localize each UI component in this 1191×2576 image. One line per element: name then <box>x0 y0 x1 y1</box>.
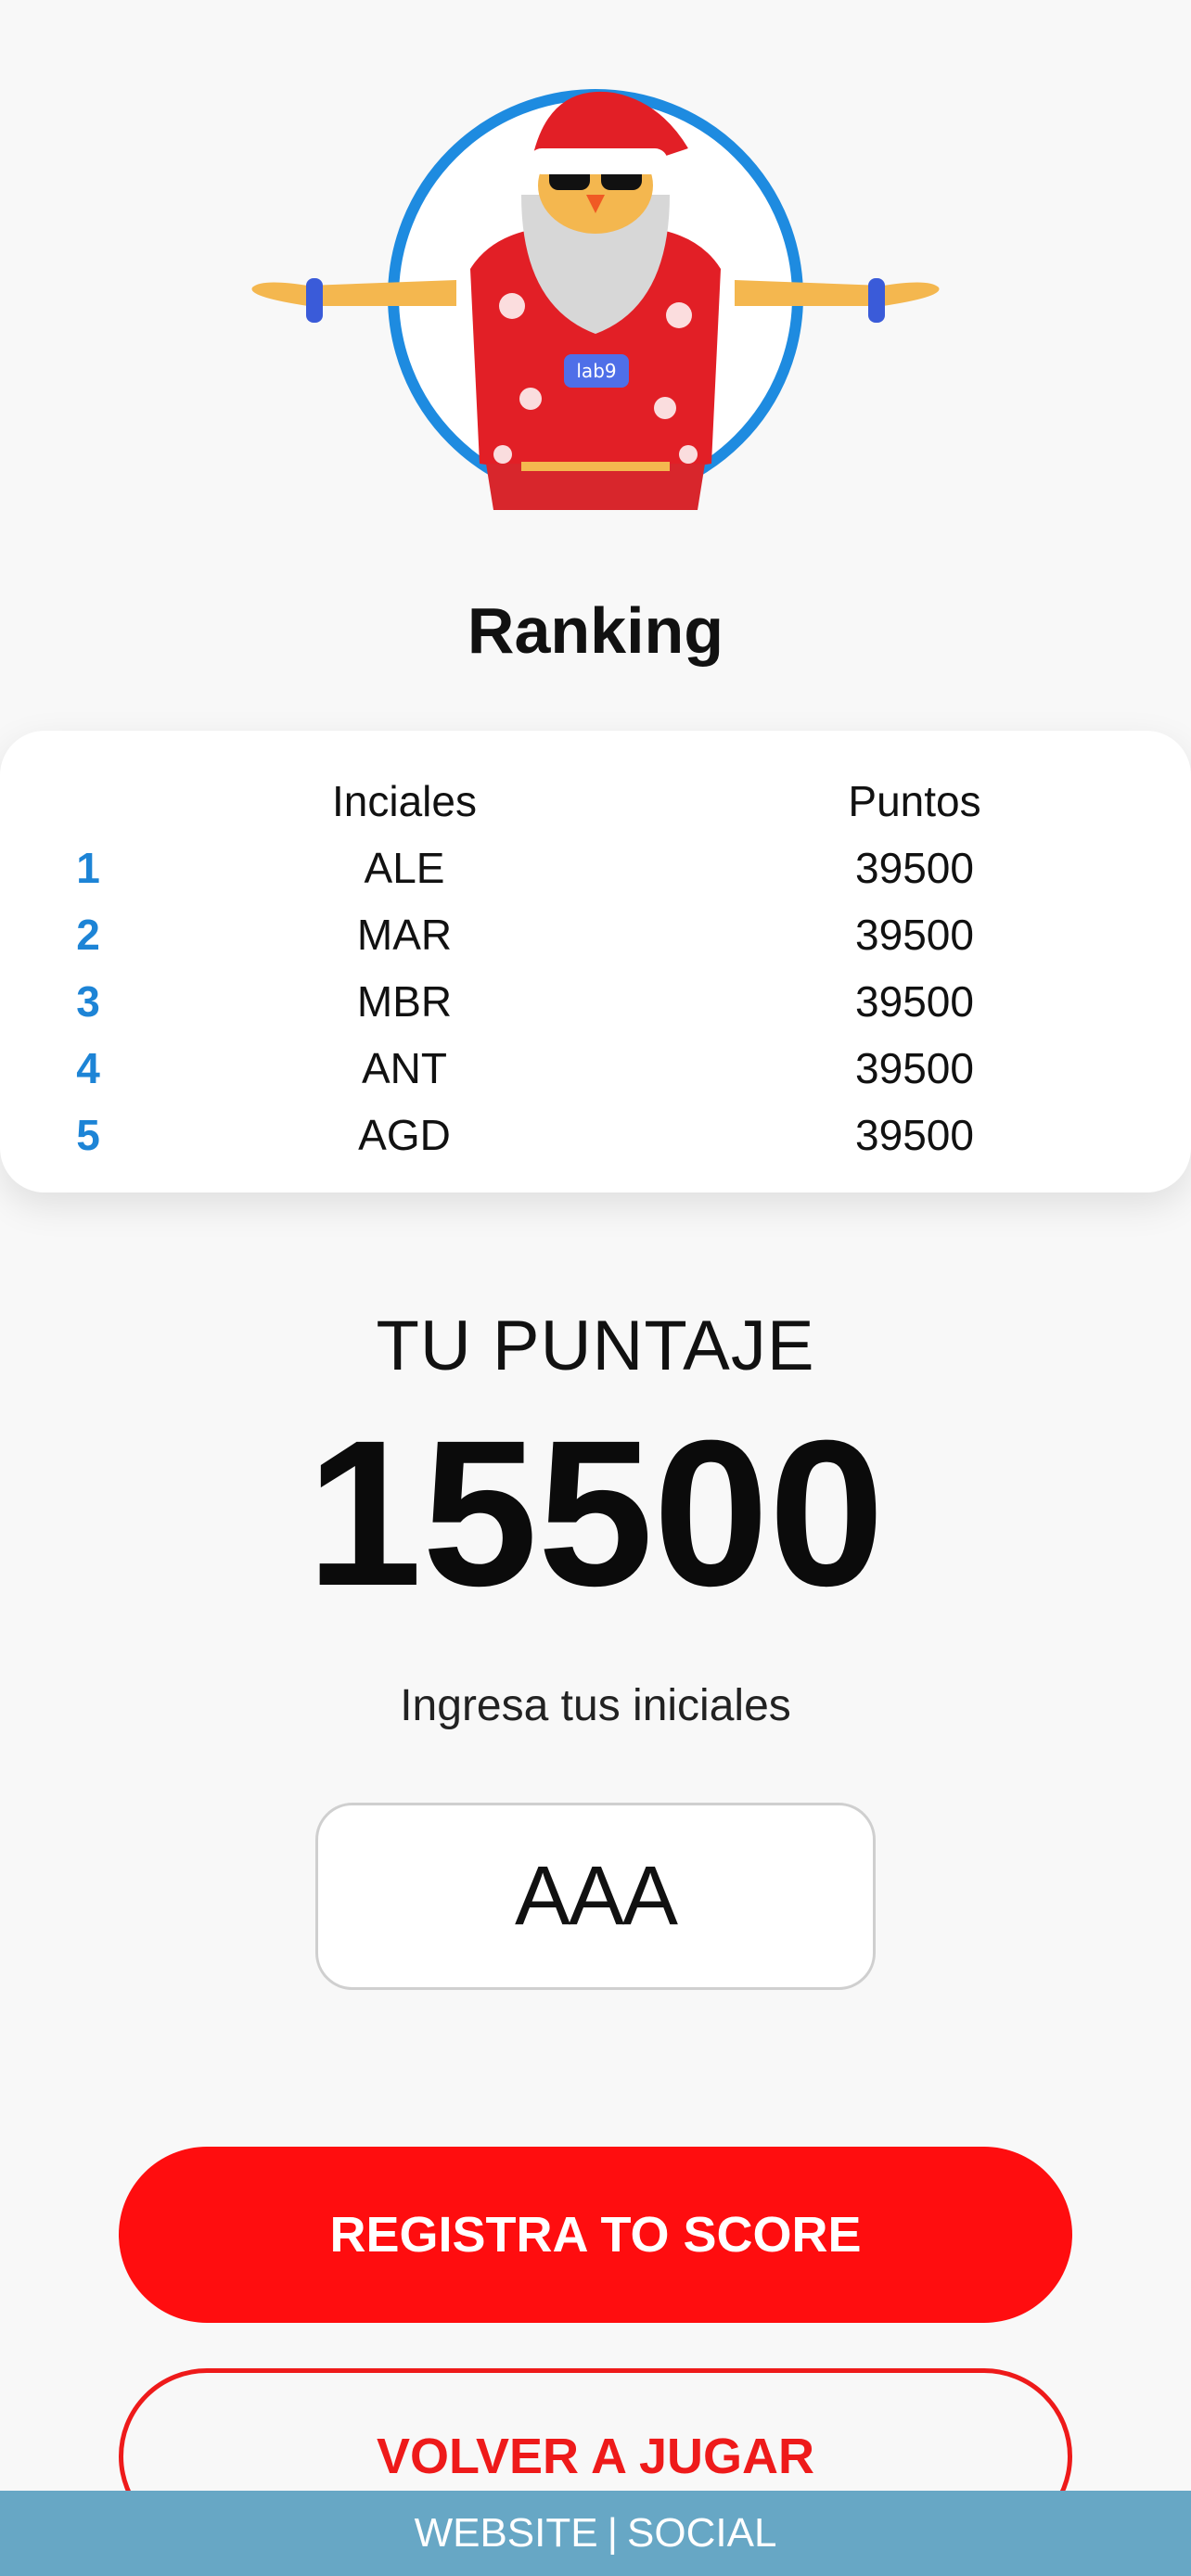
rank-number: 5 <box>76 1111 100 1159</box>
santa-mascot-icon: lab9 <box>243 65 948 538</box>
row-initials: MAR <box>356 911 453 959</box>
table-row: 2 MAR 39500 <box>0 901 1191 968</box>
rank-number: 3 <box>76 977 100 1026</box>
table-row: 4 ANT 39500 <box>0 1035 1191 1102</box>
rank-number: 1 <box>76 844 100 892</box>
website-link[interactable]: WEBSITE <box>415 2510 598 2556</box>
rank-number: 2 <box>76 911 100 959</box>
social-link[interactable]: SOCIAL <box>627 2510 776 2556</box>
page-title: Ranking <box>467 594 724 667</box>
rank-number: 4 <box>76 1044 100 1092</box>
column-header-points: Puntos <box>848 777 981 825</box>
ranking-header-row: Inciales Puntos <box>0 768 1191 835</box>
row-points: 39500 <box>855 1044 974 1092</box>
initials-label: Ingresa tus iniciales <box>400 1681 791 1730</box>
score-value: 15500 <box>306 1397 885 1629</box>
badge-text: lab9 <box>576 360 616 382</box>
row-initials: ANT <box>362 1044 447 1092</box>
row-points: 39500 <box>855 911 974 959</box>
row-initials: AGD <box>358 1111 451 1159</box>
table-row: 5 AGD 39500 <box>0 1102 1191 1168</box>
column-header-initials: Inciales <box>332 777 477 825</box>
table-row: 3 MBR 39500 <box>0 968 1191 1035</box>
table-row: 1 ALE 39500 <box>0 835 1191 901</box>
score-label: TU PUNTAJE <box>376 1307 815 1385</box>
row-points: 39500 <box>855 1111 974 1159</box>
row-initials: MBR <box>356 977 453 1026</box>
ranking-table: Inciales Puntos 1 ALE 39500 2 MAR 39500 … <box>0 731 1191 1192</box>
row-initials: ALE <box>364 844 445 892</box>
footer-bar: WEBSITE | SOCIAL <box>0 2491 1191 2576</box>
register-score-button[interactable]: REGISTRA TO SCORE <box>119 2147 1072 2323</box>
initials-input[interactable] <box>315 1803 876 1990</box>
footer-separator: | <box>607 2510 619 2556</box>
row-points: 39500 <box>855 977 974 1026</box>
row-points: 39500 <box>855 844 974 892</box>
